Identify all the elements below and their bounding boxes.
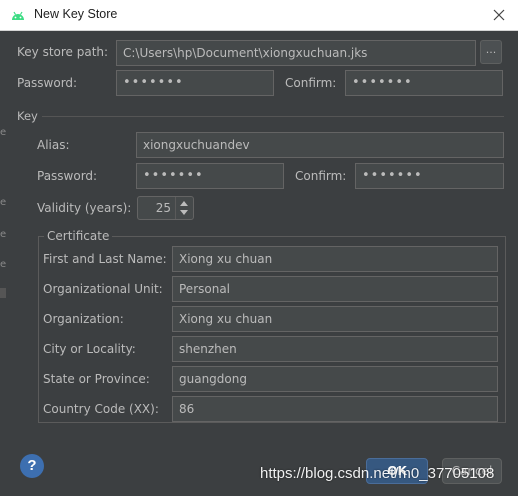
title-bar: New Key Store (0, 0, 518, 31)
spinner-up-icon[interactable] (180, 201, 188, 206)
keystore-password-label: Password: (17, 76, 78, 90)
keystore-confirm-field[interactable]: ••••••• (345, 70, 503, 96)
android-studio-icon (12, 11, 24, 20)
background-edge (0, 288, 6, 298)
state-field[interactable]: guangdong (172, 366, 498, 392)
keystore-path-field[interactable]: C:\Users\hp\Document\xiongxuchuan.jks (116, 40, 476, 66)
key-section-label: Key (17, 109, 38, 123)
key-password-field[interactable]: ••••••• (136, 163, 284, 189)
background-edge: e (0, 259, 7, 270)
close-button[interactable] (486, 4, 512, 26)
validity-spinner[interactable]: 25 (137, 196, 194, 220)
organization-label: Organization: (43, 312, 124, 326)
validity-label: Validity (years): (37, 201, 132, 215)
country-code-field[interactable]: 86 (172, 396, 498, 422)
city-field[interactable]: shenzhen (172, 336, 498, 362)
first-last-name-label: First and Last Name: (43, 252, 167, 266)
state-label: State or Province: (43, 372, 150, 386)
background-edge: e (0, 127, 7, 138)
watermark-text: https://blog.csdn.net/m0_37705108 (260, 465, 495, 482)
key-confirm-label: Confirm: (295, 169, 347, 183)
key-password-label: Password: (37, 169, 98, 183)
background-edge: e (0, 229, 7, 240)
country-code-label: Country Code (XX): (43, 402, 159, 416)
close-icon (493, 9, 505, 21)
org-unit-field[interactable]: Personal (172, 276, 498, 302)
first-last-name-field[interactable]: Xiong xu chuan (172, 246, 498, 272)
alias-label: Alias: (37, 138, 70, 152)
window-title: New Key Store (34, 7, 118, 21)
alias-field[interactable]: xiongxuchuandev (136, 132, 504, 158)
spinner-down-icon[interactable] (180, 210, 188, 215)
background-edge: e (0, 197, 7, 208)
spinner-arrows[interactable] (175, 197, 193, 219)
city-label: City or Locality: (43, 342, 136, 356)
key-section-divider (42, 116, 504, 117)
key-confirm-field[interactable]: ••••••• (355, 163, 504, 189)
certificate-section-label: Certificate (44, 228, 113, 244)
validity-value: 25 (155, 201, 171, 215)
help-icon[interactable]: ? (20, 454, 44, 478)
keystore-confirm-label: Confirm: (285, 76, 337, 90)
keystore-password-field[interactable]: ••••••• (116, 70, 274, 96)
org-unit-label: Organizational Unit: (43, 282, 163, 296)
organization-field[interactable]: Xiong xu chuan (172, 306, 498, 332)
keystore-path-label: Key store path: (17, 45, 109, 59)
browse-button[interactable]: ... (480, 40, 502, 64)
